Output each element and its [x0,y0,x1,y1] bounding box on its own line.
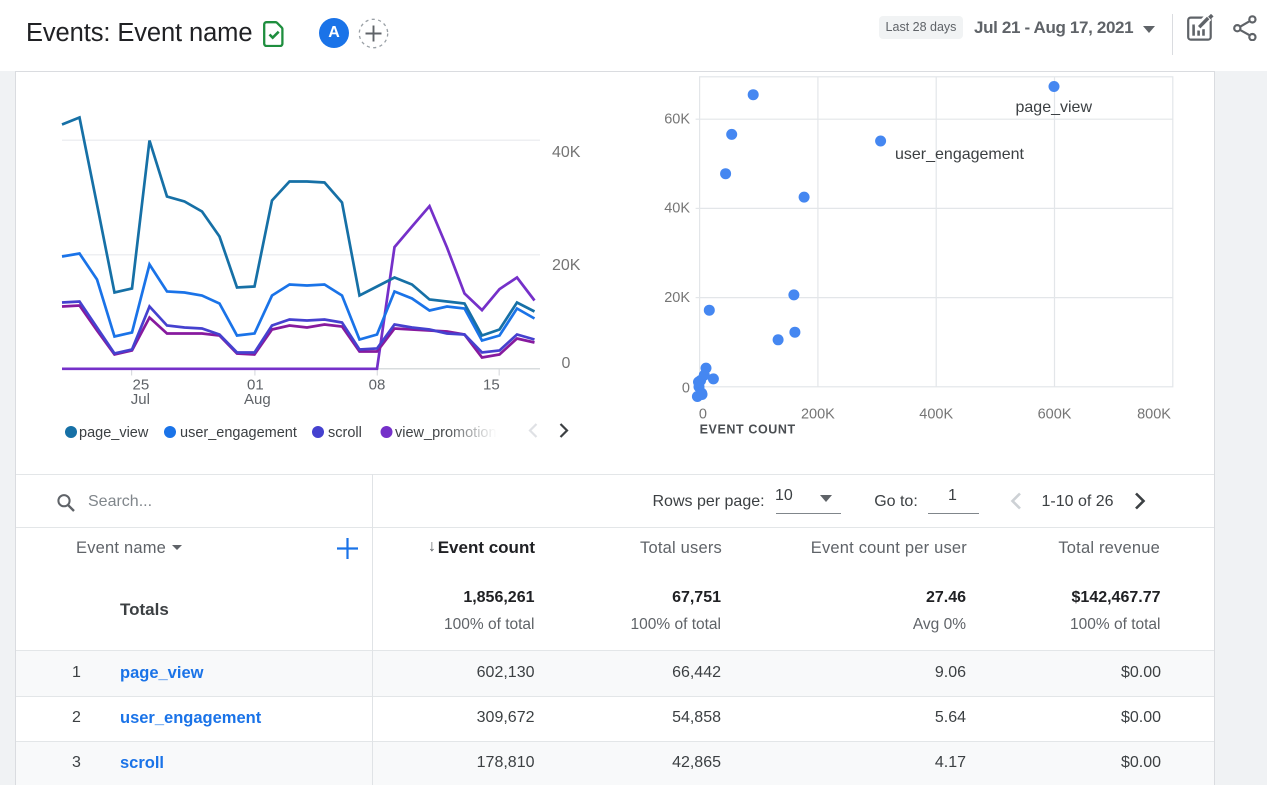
svg-text:08: 08 [369,376,386,393]
svg-text:page_view: page_view [1016,99,1093,116]
svg-text:0: 0 [562,355,571,372]
svg-text:40K: 40K [664,200,690,216]
svg-text:0: 0 [699,406,707,422]
svg-text:15: 15 [483,376,500,393]
svg-text:view_promotion: view_promotion [395,425,497,441]
svg-text:Aug: Aug [244,391,271,408]
svg-text:EVENT COUNT: EVENT COUNT [700,422,796,436]
svg-text:20K: 20K [552,257,581,274]
svg-text:60K: 60K [664,111,690,127]
svg-text:scroll: scroll [328,425,362,441]
svg-text:page_view: page_view [79,425,149,441]
svg-text:user_engagement: user_engagement [180,425,297,441]
svg-text:user_engagement: user_engagement [895,146,1025,163]
svg-text:0: 0 [682,380,690,396]
svg-text:800K: 800K [1137,406,1171,422]
svg-text:40K: 40K [552,144,581,161]
svg-text:Jul: Jul [131,391,150,408]
svg-text:20K: 20K [664,290,690,306]
svg-text:400K: 400K [919,406,953,422]
svg-text:200K: 200K [801,406,835,422]
svg-text:600K: 600K [1038,406,1072,422]
